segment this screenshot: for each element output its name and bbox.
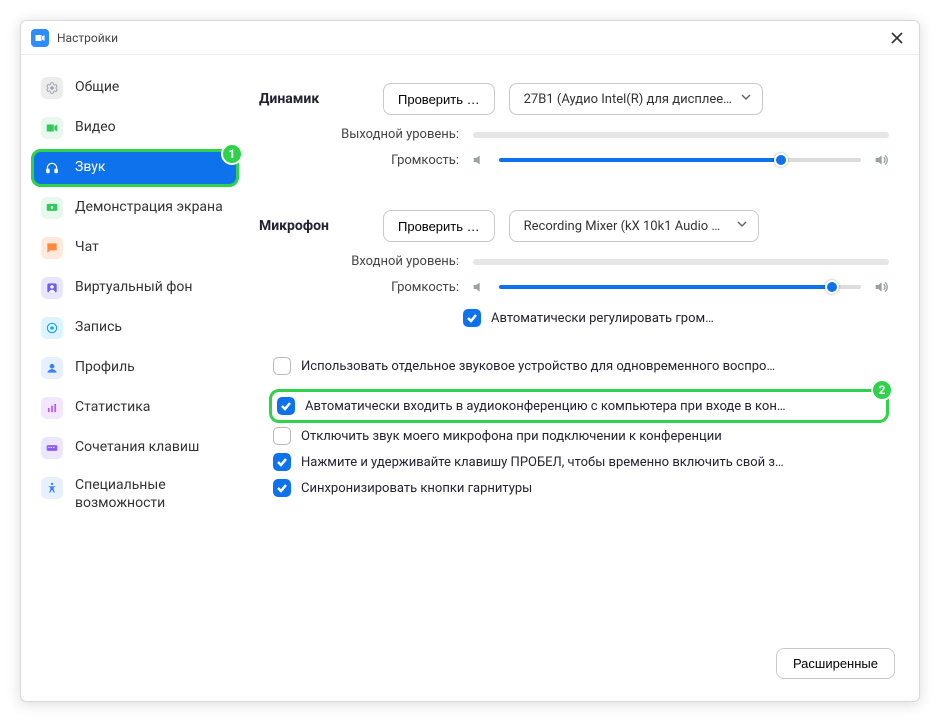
sidebar-item-audio[interactable]: Звук 1 bbox=[31, 149, 239, 187]
volume-high-icon bbox=[873, 152, 889, 168]
sidebar-item-accessibility[interactable]: Специальные возможности bbox=[31, 469, 239, 520]
speaker-output-level-row: Выходной уровень: bbox=[259, 127, 889, 142]
mic-row: Микрофон Проверить … Recording Mixer (kX… bbox=[259, 210, 889, 242]
checkbox-checked-icon bbox=[273, 479, 291, 497]
sidebar-item-label: Общие bbox=[75, 79, 119, 97]
checkbox-label: Нажмите и удерживайте клавишу ПРОБЕЛ, чт… bbox=[301, 455, 784, 470]
mute-on-join-checkbox[interactable]: Отключить звук моего микрофона при подкл… bbox=[269, 423, 889, 449]
volume-low-icon bbox=[471, 279, 487, 295]
auto-adjust-mic-checkbox[interactable]: Автоматически регулировать гром… bbox=[459, 305, 889, 331]
advanced-button[interactable]: Расширенные bbox=[776, 648, 895, 679]
sidebar-item-label: Звук bbox=[75, 159, 105, 177]
sidebar-item-vbg[interactable]: Виртуальный фон bbox=[31, 269, 239, 307]
test-speaker-button[interactable]: Проверить … bbox=[383, 83, 495, 115]
sidebar-item-share[interactable]: Демонстрация экрана bbox=[31, 189, 239, 227]
checkbox-checked-icon bbox=[277, 397, 295, 415]
sidebar-item-profile[interactable]: Профиль bbox=[31, 349, 239, 387]
speaker-title: Динамик bbox=[259, 91, 369, 107]
sidebar-item-stats[interactable]: Статистика bbox=[31, 389, 239, 427]
speaker-device-dropdown[interactable]: 27B1 (Аудио Intel(R) для дисплее… bbox=[509, 83, 763, 115]
video-icon bbox=[41, 117, 63, 139]
sidebar-item-record[interactable]: Запись bbox=[31, 309, 239, 347]
advanced-label: Расширенные bbox=[793, 656, 878, 671]
profile-icon bbox=[41, 357, 63, 379]
checkbox-checked-icon bbox=[463, 309, 481, 327]
sidebar-item-label: Чат bbox=[75, 239, 99, 257]
record-icon bbox=[41, 317, 63, 339]
checkbox-label: Отключить звук моего микрофона при подкл… bbox=[301, 429, 722, 444]
checkbox-label: Автоматически входить в аудиоконференцию… bbox=[305, 399, 786, 414]
speaker-volume-row: Громкость: bbox=[259, 152, 889, 168]
stats-icon bbox=[41, 397, 63, 419]
accessibility-icon bbox=[41, 477, 63, 499]
sidebar-item-shortcuts[interactable]: Сочетания клавиш bbox=[31, 429, 239, 467]
keyboard-icon bbox=[41, 437, 63, 459]
speaker-volume-slider[interactable] bbox=[499, 158, 861, 162]
mic-title: Микрофон bbox=[259, 218, 369, 234]
output-level-meter bbox=[473, 132, 889, 138]
chevron-down-icon bbox=[736, 218, 748, 234]
speaker-device-label: 27B1 (Аудио Intel(R) для дисплее… bbox=[524, 92, 732, 107]
annotation-badge-1: 1 bbox=[221, 143, 243, 165]
checkbox-checked-icon bbox=[273, 453, 291, 471]
share-screen-icon bbox=[41, 197, 63, 219]
volume-high-icon bbox=[873, 279, 889, 295]
chevron-down-icon bbox=[740, 91, 752, 107]
input-level-label: Входной уровень: bbox=[259, 254, 459, 269]
sidebar-item-label: Специальные возможности bbox=[75, 477, 229, 512]
sidebar-item-label: Сочетания клавиш bbox=[75, 439, 199, 457]
speaker-row: Динамик Проверить … 27B1 (Аудио Intel(R)… bbox=[259, 83, 889, 115]
sidebar-item-video[interactable]: Видео bbox=[31, 109, 239, 147]
auto-join-audio-checkbox[interactable]: Автоматически входить в аудиоконференцию… bbox=[269, 389, 889, 423]
checkbox-label: Автоматически регулировать гром… bbox=[491, 311, 714, 326]
checkbox-label: Использовать отдельное звуковое устройст… bbox=[301, 359, 775, 374]
app-icon bbox=[31, 29, 49, 47]
output-level-label: Выходной уровень: bbox=[259, 127, 459, 142]
checkbox-unchecked-icon bbox=[273, 427, 291, 445]
mic-device-label: Recording Mixer (kX 10k1 Audio … bbox=[524, 219, 721, 234]
audio-settings-panel: Динамик Проверить … 27B1 (Аудио Intel(R)… bbox=[249, 55, 919, 701]
space-to-unmute-checkbox[interactable]: Нажмите и удерживайте клавишу ПРОБЕЛ, чт… bbox=[269, 449, 889, 475]
sidebar-item-chat[interactable]: Чат bbox=[31, 229, 239, 267]
checkbox-label: Синхронизировать кнопки гарнитуры bbox=[301, 481, 532, 496]
sidebar-item-label: Демонстрация экрана bbox=[75, 199, 223, 217]
speaker-volume-label: Громкость: bbox=[259, 153, 459, 168]
mic-volume-row: Громкость: bbox=[259, 279, 889, 295]
volume-low-icon bbox=[471, 152, 487, 168]
input-level-meter bbox=[473, 259, 889, 265]
gear-icon bbox=[41, 77, 63, 99]
mic-input-level-row: Входной уровень: bbox=[259, 254, 889, 269]
close-button[interactable] bbox=[885, 26, 909, 50]
sidebar-item-label: Виртуальный фон bbox=[75, 279, 192, 297]
headphones-icon bbox=[41, 157, 63, 179]
test-speaker-label: Проверить … bbox=[398, 92, 480, 107]
separate-device-checkbox[interactable]: Использовать отдельное звуковое устройст… bbox=[269, 353, 889, 379]
sidebar: Общие Видео Звук 1 Демонстрация экра bbox=[21, 55, 249, 701]
test-mic-button[interactable]: Проверить … bbox=[383, 210, 495, 242]
chat-icon bbox=[41, 237, 63, 259]
image-icon bbox=[41, 277, 63, 299]
window-title: Настройки bbox=[57, 31, 118, 45]
checkbox-unchecked-icon bbox=[273, 357, 291, 375]
sidebar-item-label: Видео bbox=[75, 119, 116, 137]
mic-volume-slider[interactable] bbox=[499, 285, 861, 289]
sidebar-item-label: Запись bbox=[75, 319, 122, 337]
mic-device-dropdown[interactable]: Recording Mixer (kX 10k1 Audio … bbox=[509, 210, 759, 242]
titlebar: Настройки bbox=[21, 21, 919, 55]
sidebar-item-label: Профиль bbox=[75, 359, 135, 377]
sidebar-item-general[interactable]: Общие bbox=[31, 69, 239, 107]
test-mic-label: Проверить … bbox=[398, 219, 480, 234]
mic-volume-label: Громкость: bbox=[259, 280, 459, 295]
sync-headset-checkbox[interactable]: Синхронизировать кнопки гарнитуры bbox=[269, 475, 889, 501]
settings-window: Настройки Общие Видео bbox=[20, 20, 920, 702]
annotation-badge-2: 2 bbox=[871, 379, 893, 401]
sidebar-item-label: Статистика bbox=[75, 399, 150, 417]
